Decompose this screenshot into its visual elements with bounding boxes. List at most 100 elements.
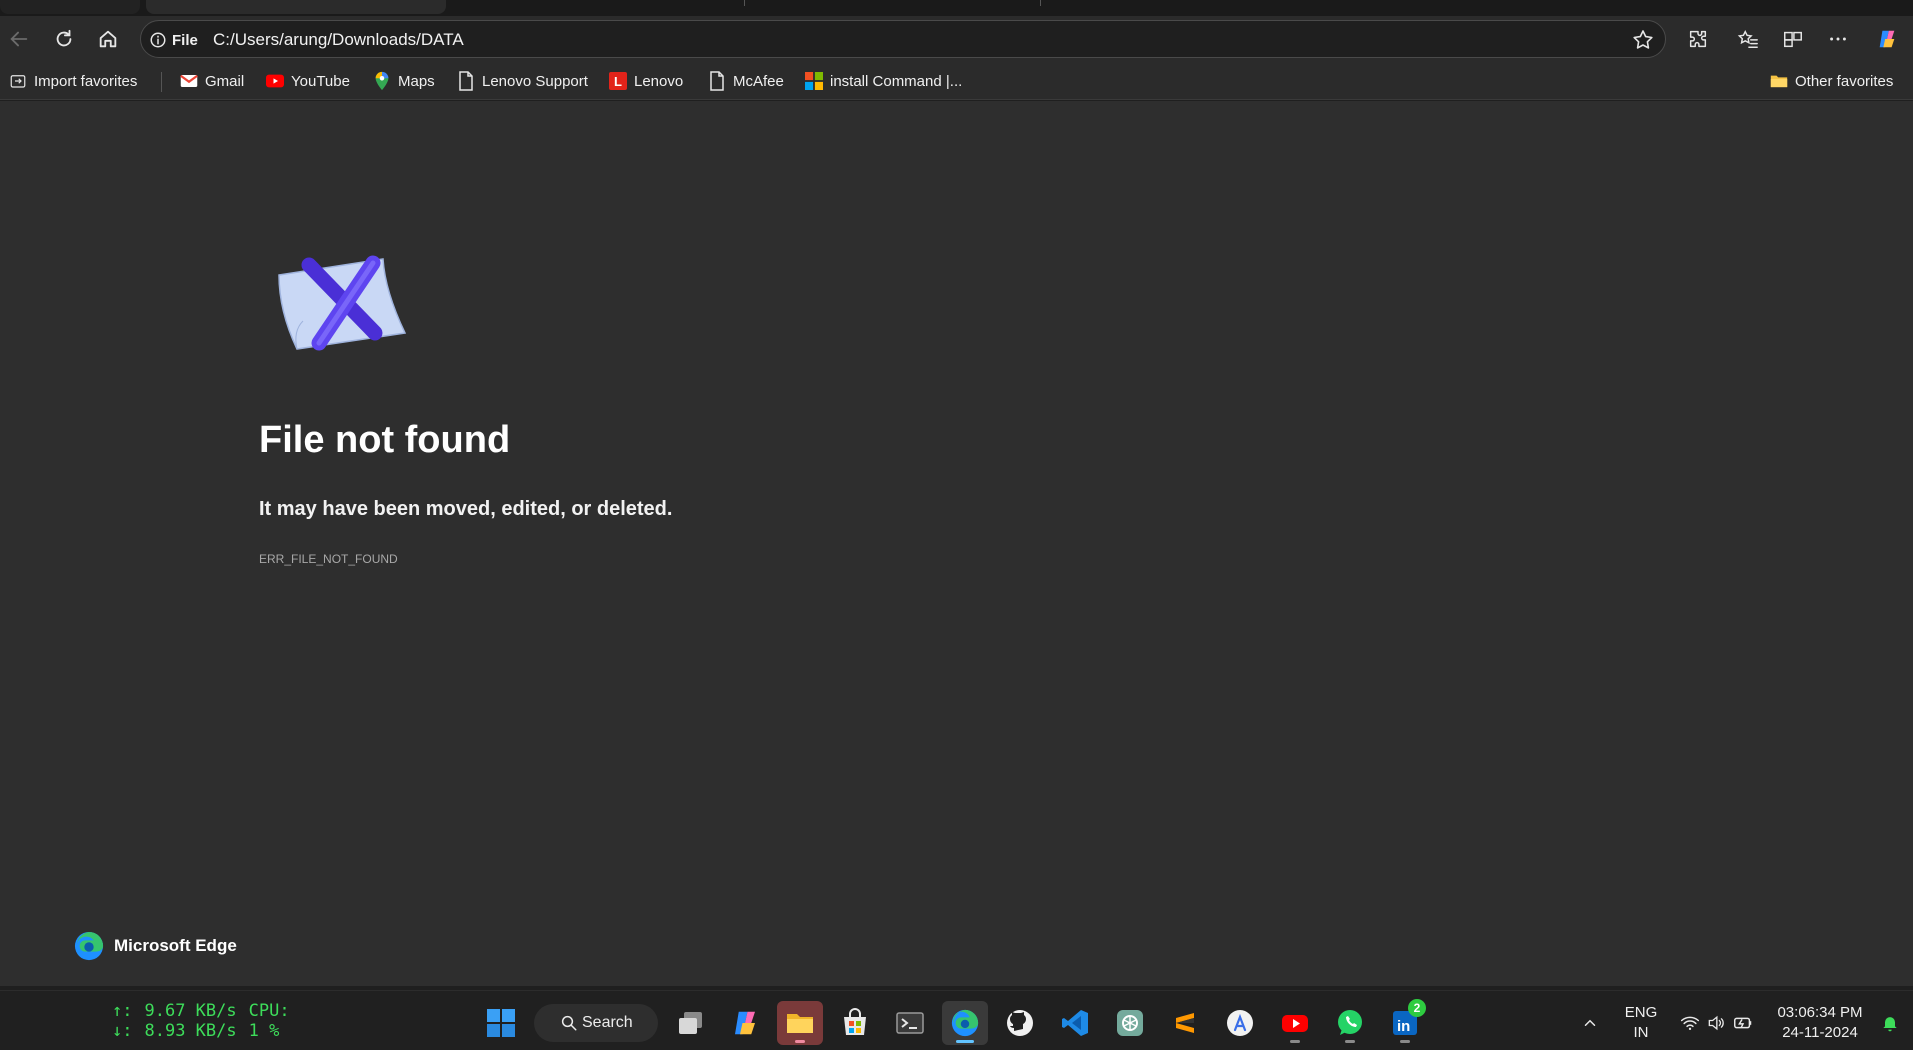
upload-arrow: ↑: bbox=[112, 1001, 133, 1021]
language-indicator[interactable]: ENG IN bbox=[1620, 1003, 1662, 1043]
page-icon bbox=[708, 71, 726, 91]
home-icon bbox=[99, 30, 117, 48]
notifications-button[interactable] bbox=[1872, 1001, 1908, 1045]
bookmark-label: Import favorites bbox=[34, 72, 138, 90]
app-a-icon bbox=[1227, 1010, 1253, 1036]
clock[interactable]: 03:06:34 PM 24-11-2024 bbox=[1770, 1003, 1870, 1043]
bookmark-lenovo-support[interactable]: Lenovo Support bbox=[457, 70, 588, 92]
other-favorites-label: Other favorites bbox=[1795, 72, 1894, 90]
address-bar[interactable]: File C:/Users/arung/Downloads/DATA bbox=[140, 20, 1666, 58]
bookmarks-divider bbox=[161, 72, 162, 92]
copilot-icon bbox=[735, 1011, 755, 1035]
bookmark-maps[interactable]: Maps bbox=[373, 70, 435, 92]
whatsapp-app[interactable] bbox=[1327, 1001, 1373, 1045]
settings-more-button[interactable] bbox=[1822, 24, 1854, 54]
maps-icon bbox=[373, 71, 391, 91]
copilot-app[interactable] bbox=[722, 1001, 768, 1045]
running-indicator bbox=[1345, 1040, 1355, 1043]
favorite-star-icon[interactable] bbox=[1631, 28, 1655, 52]
page-icon bbox=[457, 71, 475, 91]
terminal-app[interactable] bbox=[887, 1001, 933, 1045]
file-explorer-app[interactable] bbox=[777, 1001, 823, 1045]
favorites-button[interactable] bbox=[1732, 24, 1764, 54]
start-button[interactable] bbox=[478, 1001, 524, 1045]
tab[interactable] bbox=[0, 0, 140, 14]
edge-icon bbox=[951, 1009, 979, 1037]
favorites-list-icon bbox=[1737, 30, 1758, 48]
vscode-app[interactable] bbox=[1052, 1001, 1098, 1045]
sublime-icon bbox=[1176, 1013, 1194, 1033]
tab-separator bbox=[744, 0, 745, 6]
bookmark-youtube[interactable]: YouTube bbox=[266, 70, 350, 92]
vscode-icon bbox=[1062, 1010, 1088, 1036]
tab-active[interactable] bbox=[146, 0, 446, 14]
back-arrow-icon bbox=[10, 31, 28, 47]
copilot-button[interactable] bbox=[1871, 24, 1903, 54]
bookmark-lenovo[interactable]: L Lenovo bbox=[609, 70, 683, 92]
import-icon bbox=[9, 72, 27, 90]
running-indicator bbox=[1400, 1040, 1410, 1043]
show-hidden-icons-button[interactable] bbox=[1569, 1001, 1611, 1045]
collections-button[interactable] bbox=[1777, 24, 1809, 54]
info-icon bbox=[150, 32, 166, 48]
upload-speed: 9.67 KB/s bbox=[144, 1001, 237, 1021]
extensions-button[interactable] bbox=[1682, 24, 1714, 54]
sublime-app[interactable] bbox=[1162, 1001, 1208, 1045]
notification-badge: 2 bbox=[1408, 999, 1426, 1017]
linkedin-app[interactable]: in 2 bbox=[1382, 999, 1428, 1045]
running-indicator bbox=[1290, 1040, 1300, 1043]
youtube-app[interactable] bbox=[1272, 1001, 1318, 1045]
chatgpt-app[interactable] bbox=[1107, 1001, 1153, 1045]
site-info-button[interactable]: File bbox=[149, 28, 198, 52]
folder-icon bbox=[787, 1014, 813, 1033]
other-favorites-folder[interactable]: Other favorites bbox=[1770, 70, 1893, 92]
error-code: ERR_FILE_NOT_FOUND bbox=[259, 552, 398, 566]
lenovo-icon: L bbox=[609, 72, 627, 90]
bookmark-gmail[interactable]: Gmail bbox=[180, 70, 244, 92]
store-icon bbox=[844, 1008, 866, 1035]
bookmark-label: Maps bbox=[398, 72, 435, 90]
quick-settings-button[interactable] bbox=[1672, 1001, 1762, 1045]
terminal-icon bbox=[896, 1012, 924, 1034]
wifi-icon bbox=[1680, 1016, 1700, 1030]
edge-app[interactable] bbox=[942, 1001, 988, 1045]
home-button[interactable] bbox=[92, 24, 124, 54]
bookmark-label: Gmail bbox=[205, 72, 245, 90]
chevron-up-icon bbox=[1584, 1019, 1596, 1026]
tab-separator bbox=[1040, 0, 1041, 6]
taskbar: ↑: 9.67 KB/s CPU: ↓: 8.93 KB/s 1 % Search bbox=[0, 990, 1913, 1050]
url-text[interactable]: C:/Users/arung/Downloads/DATA bbox=[213, 30, 464, 50]
bell-icon bbox=[1883, 1017, 1897, 1032]
taskbar-search[interactable]: Search bbox=[534, 1004, 658, 1042]
bookmark-mcafee[interactable]: McAfee bbox=[708, 70, 784, 92]
cpu-label: CPU: bbox=[248, 1001, 290, 1021]
app-a-launcher[interactable] bbox=[1217, 1001, 1263, 1045]
svg-text:in: in bbox=[1397, 1018, 1410, 1035]
bookmark-label: Lenovo bbox=[634, 72, 684, 90]
bookmark-import-favorites[interactable]: Import favorites bbox=[9, 70, 137, 92]
error-page: File not found It may have been moved, e… bbox=[0, 101, 1913, 986]
chatgpt-icon bbox=[1117, 1010, 1143, 1036]
folder-icon bbox=[1770, 72, 1788, 90]
windows-icon bbox=[805, 72, 823, 90]
github-app[interactable] bbox=[997, 1001, 1043, 1045]
edge-footer: Microsoft Edge bbox=[74, 931, 237, 961]
youtube-icon bbox=[1282, 1015, 1308, 1032]
volume-icon bbox=[1708, 1015, 1724, 1031]
error-title: File not found bbox=[259, 419, 511, 461]
language-code: ENG bbox=[1624, 1004, 1658, 1021]
file-error-illustration bbox=[278, 255, 407, 351]
task-view-button[interactable] bbox=[668, 1001, 714, 1045]
bookmark-label: install Command |... bbox=[830, 72, 963, 90]
microsoft-store-app[interactable] bbox=[832, 1001, 878, 1045]
puzzle-icon bbox=[1689, 30, 1707, 48]
bookmark-label: Lenovo Support bbox=[482, 72, 588, 90]
tab-strip bbox=[0, 0, 1913, 16]
running-indicator bbox=[795, 1040, 805, 1043]
collections-icon bbox=[1784, 31, 1802, 48]
refresh-button[interactable] bbox=[48, 24, 80, 54]
back-button[interactable] bbox=[3, 24, 35, 54]
gmail-icon bbox=[180, 72, 198, 90]
bookmark-install-command[interactable]: install Command |... bbox=[805, 70, 962, 92]
more-dots-icon bbox=[1830, 37, 1846, 41]
